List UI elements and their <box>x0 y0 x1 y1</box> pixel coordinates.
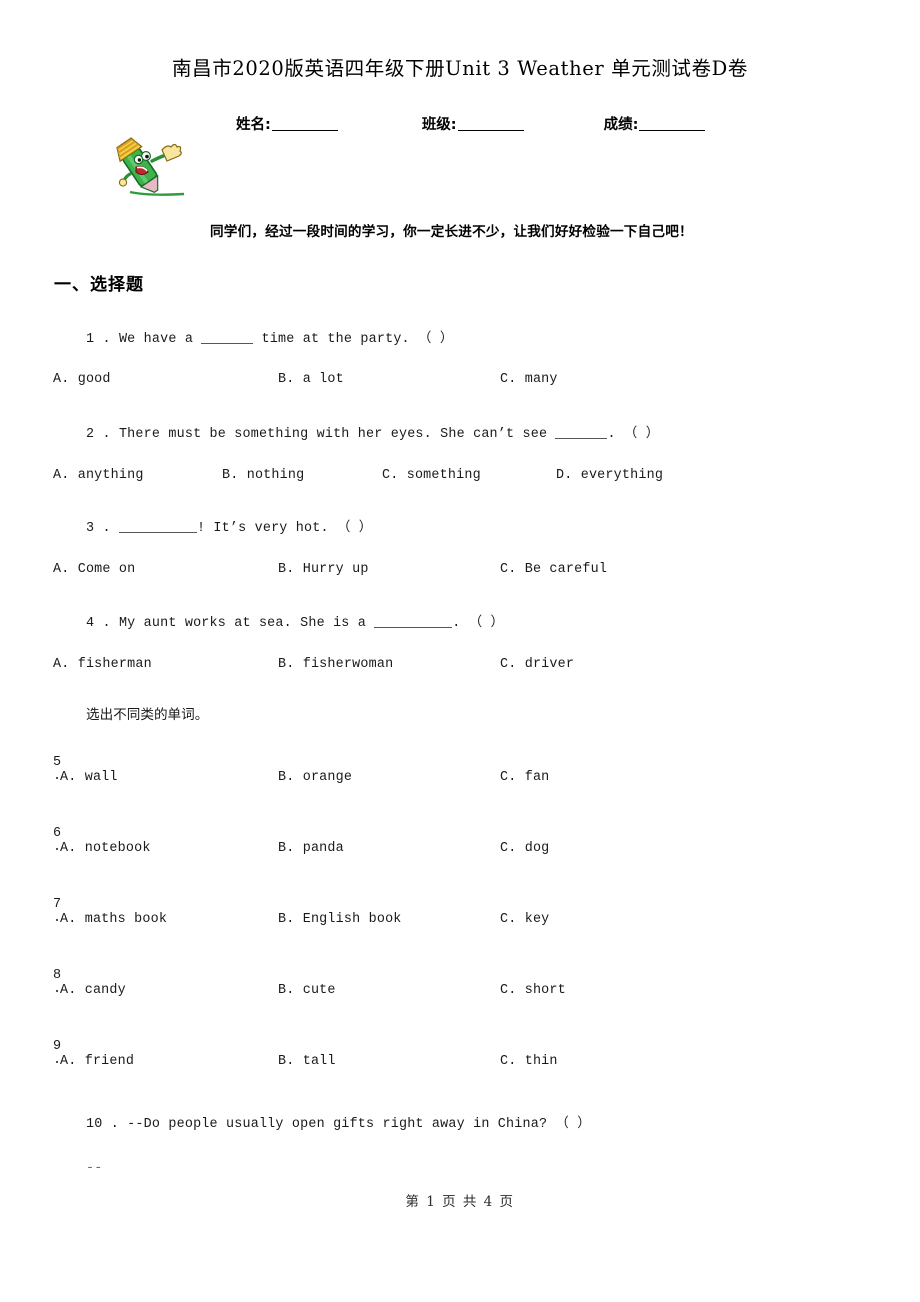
question-2-options: A. anything B. nothing C. something D. e… <box>0 468 920 490</box>
question-2-option-d[interactable]: D. everything <box>556 468 663 483</box>
page-footer: 第 1 页 共 4 页 <box>405 1194 515 1210</box>
question-2-option-c[interactable]: C. something <box>382 468 481 483</box>
question-1-stem: 1 . We have a time at the party. （ ） <box>86 332 454 347</box>
question-6-option-a[interactable]: A. notebook <box>60 841 151 856</box>
question-5-option-b[interactable]: B. orange <box>278 770 352 785</box>
question-6-option-c[interactable]: C. dog <box>500 841 549 856</box>
question-3-blank[interactable] <box>118 532 197 533</box>
question-8-options: A. candy B. cute C. short <box>0 983 920 1003</box>
question-2-blank[interactable] <box>555 438 608 439</box>
question-7-option-c[interactable]: C. key <box>500 912 549 927</box>
question-7-options: A. maths book B. English book C. key <box>0 912 920 932</box>
question-5-option-a[interactable]: A. wall <box>60 770 118 785</box>
name-blank[interactable] <box>271 130 338 131</box>
name-field: 姓名: <box>236 113 338 134</box>
mascot-pencil-character-icon <box>100 134 186 198</box>
question-4-blank[interactable] <box>374 627 453 628</box>
question-10-stem: 10 . --Do people usually open gifts righ… <box>86 1117 591 1132</box>
question-1-option-c[interactable]: C. many <box>500 372 558 387</box>
class-blank[interactable] <box>457 130 524 131</box>
question-5-options: A. wall B. orange C. fan <box>0 770 920 790</box>
question-2-stem: 2 . There must be something with her eye… <box>86 427 660 442</box>
question-1-options: A. good B. a lot C. many <box>0 372 920 394</box>
question-7-option-b[interactable]: B. English book <box>278 912 402 927</box>
question-4-option-c[interactable]: C. driver <box>500 657 574 672</box>
question-2-option-a[interactable]: A. anything <box>53 468 144 483</box>
question-8-option-c[interactable]: C. short <box>500 983 566 998</box>
student-identity-line: 姓名: 班级: 成绩: <box>236 113 796 134</box>
question-3-option-b[interactable]: B. Hurry up <box>278 562 369 577</box>
question-6-option-b[interactable]: B. panda <box>278 841 344 856</box>
sub-instruction-word-class: 选出不同类的单词。 <box>86 707 209 723</box>
question-6-options: A. notebook B. panda C. dog <box>0 841 920 861</box>
score-label: 成绩: <box>603 117 639 133</box>
section-heading-multiple-choice: 一、选择题 <box>54 275 144 295</box>
question-7-option-a[interactable]: A. maths book <box>60 912 167 927</box>
question-3-option-a[interactable]: A. Come on <box>53 562 135 577</box>
question-4-option-a[interactable]: A. fisherman <box>53 657 152 672</box>
question-3-option-c[interactable]: C. Be careful <box>500 562 607 577</box>
score-field: 成绩: <box>604 113 706 134</box>
question-3-stem: 3 . ! It’s very hot. （ ） <box>86 521 373 536</box>
class-label: 班级: <box>421 117 457 133</box>
question-8-option-b[interactable]: B. cute <box>278 983 336 998</box>
question-4-stem: 4 . My aunt works at sea. She is a . （ ） <box>86 616 505 631</box>
question-9-option-c[interactable]: C. thin <box>500 1054 558 1069</box>
question-4-options: A. fisherman B. fisherwoman C. driver <box>0 657 920 679</box>
question-10-trailing-dash: -- <box>86 1161 103 1176</box>
question-9-options: A. friend B. tall C. thin <box>0 1054 920 1074</box>
question-8-option-a[interactable]: A. candy <box>60 983 126 998</box>
class-field: 班级: <box>422 113 524 134</box>
question-5-option-c[interactable]: C. fan <box>500 770 549 785</box>
question-3-options: A. Come on B. Hurry up C. Be careful <box>0 562 920 584</box>
question-1-option-a[interactable]: A. good <box>53 372 111 387</box>
question-9-option-a[interactable]: A. friend <box>60 1054 134 1069</box>
spacer-1 <box>338 113 422 134</box>
question-4-option-b[interactable]: B. fisherwoman <box>278 657 393 672</box>
page-title: 南昌市2020版英语四年级下册Unit 3 Weather 单元测试卷D卷 <box>172 57 748 80</box>
greeting-text: 同学们，经过一段时间的学习，你一定长进不少，让我们好好检验一下自己吧！ <box>210 224 693 240</box>
question-2-option-b[interactable]: B. nothing <box>222 468 304 483</box>
exam-paper-page: 南昌市2020版英语四年级下册Unit 3 Weather 单元测试卷D卷 姓名… <box>0 0 920 1302</box>
question-1-option-b[interactable]: B. a lot <box>278 372 344 387</box>
question-1-blank[interactable] <box>201 343 254 344</box>
spacer-2 <box>524 113 604 134</box>
score-blank[interactable] <box>639 130 706 131</box>
name-label: 姓名: <box>236 117 271 133</box>
question-9-option-b[interactable]: B. tall <box>278 1054 336 1069</box>
